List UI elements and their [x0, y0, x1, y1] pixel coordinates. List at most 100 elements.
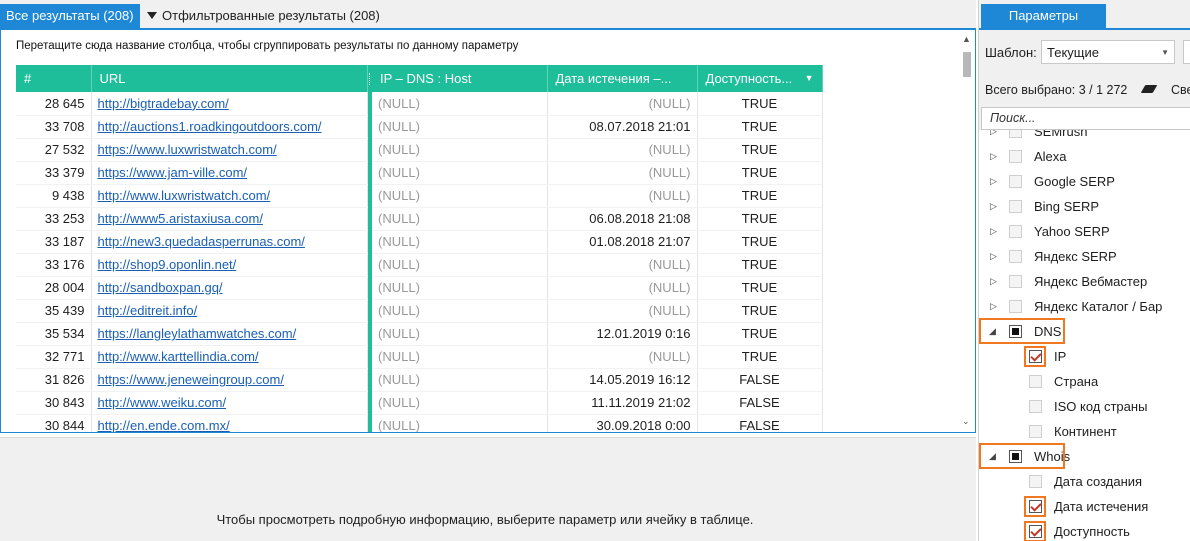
cell-num[interactable]: 30 843	[16, 391, 92, 415]
eraser-icon[interactable]	[1140, 85, 1158, 93]
cell-expiry[interactable]: (NULL)	[547, 92, 698, 116]
cell-url[interactable]: http://www.weiku.com/	[91, 391, 368, 415]
cell-ip[interactable]: (NULL)	[372, 138, 548, 162]
scroll-down-arrow-icon[interactable]: ⌄	[962, 416, 970, 427]
cell-url[interactable]: http://www.karttellindia.com/	[91, 345, 368, 369]
tree-item[interactable]: Страна	[979, 369, 1190, 394]
tree-checkbox[interactable]	[1029, 375, 1042, 388]
url-link[interactable]: https://www.jeneweingroup.com/	[98, 372, 284, 387]
cell-url[interactable]: http://editreit.info/	[91, 299, 368, 323]
cell-num[interactable]: 9 438	[16, 184, 92, 208]
cell-availability[interactable]: TRUE	[697, 299, 823, 323]
cell-ip[interactable]: (NULL)	[372, 207, 548, 231]
cell-num[interactable]: 33 379	[16, 161, 92, 185]
grid-vertical-scrollbar[interactable]: ▲ ⌄	[959, 32, 975, 430]
cell-availability[interactable]: TRUE	[697, 184, 823, 208]
cell-availability[interactable]: TRUE	[697, 161, 823, 185]
cell-ip[interactable]: (NULL)	[372, 161, 548, 185]
group-by-hint[interactable]: Перетащите сюда название столбца, чтобы …	[16, 40, 518, 52]
cell-url[interactable]: http://new3.quedadasperrunas.com/	[91, 230, 368, 254]
tree-item[interactable]: ▷ Alexa	[979, 144, 1190, 169]
column-header-expiry[interactable]: Дата истечения –...	[547, 65, 698, 92]
cell-availability[interactable]: TRUE	[697, 322, 823, 346]
cell-ip[interactable]: (NULL)	[372, 115, 548, 139]
cell-ip[interactable]: (NULL)	[372, 92, 548, 116]
cell-expiry[interactable]: 01.08.2018 21:07	[547, 230, 698, 254]
url-link[interactable]: https://www.jam-ville.com/	[98, 165, 248, 180]
tree-item[interactable]: ▷ Яндекс SERP	[979, 244, 1190, 269]
tree-item[interactable]: ▷ Google SERP	[979, 169, 1190, 194]
column-header-url[interactable]: URL	[91, 65, 368, 92]
column-header-ip[interactable]: IP – DNS : Host	[372, 65, 548, 92]
cell-availability[interactable]: TRUE	[697, 276, 823, 300]
cell-num[interactable]: 33 708	[16, 115, 92, 139]
table-row[interactable]: 33 708 http://auctions1.roadkingoutdoors.…	[16, 115, 823, 139]
tree-checkbox[interactable]	[1009, 275, 1022, 288]
url-link[interactable]: http://en.ende.com.mx/	[98, 418, 230, 432]
table-row[interactable]: 30 844 http://en.ende.com.mx/ (NULL) 30.09.…	[16, 414, 823, 432]
cell-url[interactable]: http://sandboxpan.gq/	[91, 276, 368, 300]
tab-filtered-results[interactable]: Отфильтрованные результаты (208)	[141, 4, 386, 28]
tree-item[interactable]: Дата истечения	[979, 494, 1190, 519]
collapse-all-link[interactable]: Све	[1171, 83, 1190, 97]
cell-num[interactable]: 33 187	[16, 230, 92, 254]
cell-ip[interactable]: (NULL)	[372, 368, 548, 392]
cell-num[interactable]: 33 253	[16, 207, 92, 231]
tree-item[interactable]: Континент	[979, 419, 1190, 444]
cell-availability[interactable]: TRUE	[697, 345, 823, 369]
cell-ip[interactable]: (NULL)	[372, 414, 548, 432]
tree-checkbox[interactable]	[1029, 400, 1042, 413]
cell-num[interactable]: 30 844	[16, 414, 92, 432]
cell-url[interactable]: https://www.jam-ville.com/	[91, 161, 368, 185]
cell-expiry[interactable]: (NULL)	[547, 138, 698, 162]
tree-checkbox[interactable]	[1009, 250, 1022, 263]
cell-expiry[interactable]: (NULL)	[547, 161, 698, 185]
template-select[interactable]: Текущие ▼	[1041, 40, 1175, 64]
expand-right-icon[interactable]: ▷	[990, 269, 997, 294]
column-header-availability[interactable]: Доступность... ▼	[697, 65, 823, 92]
tab-parameters[interactable]: Параметры	[981, 4, 1106, 28]
expand-right-icon[interactable]: ▷	[990, 244, 997, 269]
tree-checkbox[interactable]	[1029, 425, 1042, 438]
parameter-search-input[interactable]: Поиск...	[981, 107, 1190, 130]
tree-checkbox[interactable]	[1009, 130, 1022, 138]
table-row[interactable]: 32 771 http://www.karttellindia.com/ (NULL…	[16, 345, 823, 369]
url-link[interactable]: http://sandboxpan.gq/	[98, 280, 223, 295]
cell-availability[interactable]: FALSE	[697, 414, 823, 432]
tree-checkbox[interactable]	[1009, 200, 1022, 213]
url-link[interactable]: https://www.luxwristwatch.com/	[98, 142, 277, 157]
expand-right-icon[interactable]: ▷	[990, 294, 997, 319]
table-row[interactable]: 35 534 https://langleylathamwatches.com/ (…	[16, 322, 823, 346]
cell-availability[interactable]: TRUE	[697, 115, 823, 139]
expand-right-icon[interactable]: ▷	[990, 219, 997, 244]
expand-right-icon[interactable]: ▷	[990, 130, 997, 144]
cell-expiry[interactable]: (NULL)	[547, 184, 698, 208]
cell-ip[interactable]: (NULL)	[372, 391, 548, 415]
cell-url[interactable]: http://en.ende.com.mx/	[91, 414, 368, 432]
cell-expiry[interactable]: (NULL)	[547, 253, 698, 277]
cell-availability[interactable]: TRUE	[697, 230, 823, 254]
cell-num[interactable]: 27 532	[16, 138, 92, 162]
cell-num[interactable]: 32 771	[16, 345, 92, 369]
tree-item[interactable]: ▷ Яндекс Вебмастер	[979, 269, 1190, 294]
url-link[interactable]: http://www5.aristaxiusa.com/	[98, 211, 263, 226]
column-header-num[interactable]: #	[16, 65, 92, 92]
cell-ip[interactable]: (NULL)	[372, 276, 548, 300]
cell-url[interactable]: http://www5.aristaxiusa.com/	[91, 207, 368, 231]
url-link[interactable]: http://www.karttellindia.com/	[98, 349, 259, 364]
cell-availability[interactable]: TRUE	[697, 92, 823, 116]
url-link[interactable]: http://bigtradebay.com/	[98, 96, 229, 111]
cell-expiry[interactable]: 30.09.2018 0:00	[547, 414, 698, 432]
table-row[interactable]: 33 176 http://shop9.oponlin.net/ (NULL) (NU…	[16, 253, 823, 277]
template-action-button[interactable]	[1183, 40, 1190, 64]
cell-availability[interactable]: FALSE	[697, 368, 823, 392]
table-row[interactable]: 9 438 http://www.luxwristwatch.com/ (NULL)…	[16, 184, 823, 208]
table-row[interactable]: 35 439 http://editreit.info/(NULL) (NULL) T…	[16, 299, 823, 323]
cell-url[interactable]: http://www.luxwristwatch.com/	[91, 184, 368, 208]
cell-url[interactable]: http://shop9.oponlin.net/	[91, 253, 368, 277]
cell-ip[interactable]: (NULL)	[372, 322, 548, 346]
scroll-up-arrow-icon[interactable]: ▲	[962, 34, 971, 44]
table-row[interactable]: 28 645 http://bigtradebay.com/ (NULL) (NULL…	[16, 92, 823, 116]
tree-checkbox[interactable]	[1009, 300, 1022, 313]
column-menu-chevron-down-icon[interactable]: ▼	[805, 73, 814, 83]
